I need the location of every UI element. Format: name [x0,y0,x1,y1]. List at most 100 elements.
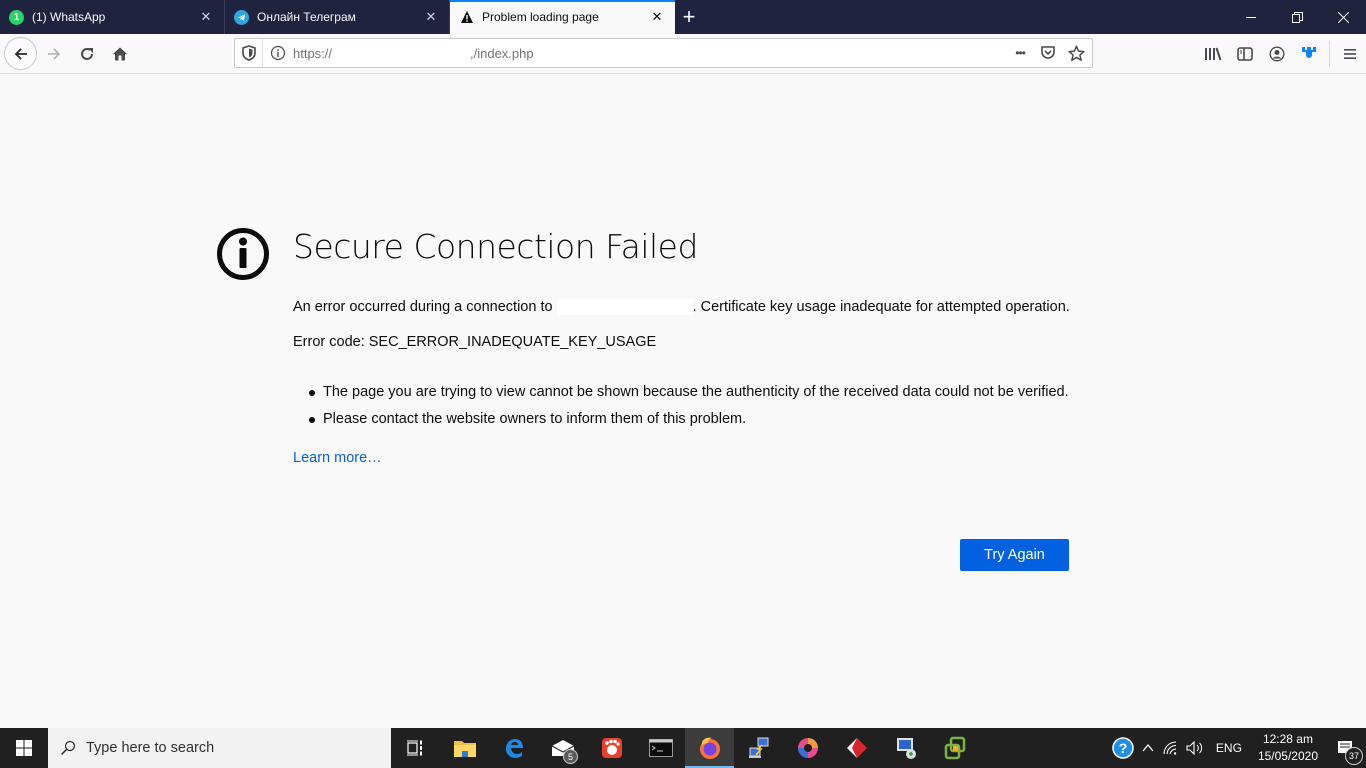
reload-button[interactable] [71,38,103,70]
tab-strip: 1 (1) WhatsApp ✕ Онлайн Телеграм ✕ Probl… [0,0,1366,34]
task-view-icon [406,740,422,756]
bookmark-star-icon[interactable] [1066,43,1086,63]
error-details-list: The page you are trying to view cannot b… [307,382,1073,429]
page-actions-button[interactable]: ••• [1010,43,1030,63]
taskbar-command-prompt[interactable] [636,728,685,768]
account-button[interactable] [1261,38,1293,70]
vmware-icon [944,736,965,760]
notification-count: 37 [1345,747,1363,765]
reload-icon [81,47,93,60]
taskbar-firefox[interactable] [685,728,734,768]
url-path: ,/index.php [470,45,534,61]
learn-more-link[interactable]: Learn more… [293,448,382,468]
taskbar-app-swirl[interactable] [783,728,832,768]
taskbar-vmware[interactable] [930,728,979,768]
taskbar-edge[interactable] [489,728,538,768]
back-button[interactable] [4,37,37,70]
edge-icon [505,739,523,758]
error-message-text: An error occurred during a connection to [293,299,557,315]
start-button[interactable] [0,728,48,768]
site-info-icon[interactable] [263,45,293,61]
tab-title: Онлайн Телеграм [257,10,356,24]
tab-problem-loading[interactable]: Problem loading page ✕ [450,0,675,34]
action-center-button[interactable]: 37 [1326,728,1366,768]
taskbar-file-explorer[interactable] [440,728,489,768]
menu-button[interactable] [1334,38,1366,70]
clock[interactable]: 12:28 am 15/05/2020 [1250,731,1326,765]
windows-taskbar: Type here to search 5 ? ENG 12:28 am 15/… [0,728,1366,768]
error-code: Error code: SEC_ERROR_INADEQUATE_KEY_USA… [293,334,657,350]
taskbar-search-box[interactable]: Type here to search [48,728,391,768]
telegram-icon [234,9,249,25]
close-icon [1337,11,1349,23]
close-tab-icon[interactable]: ✕ [649,9,665,25]
extension-icon [1302,47,1316,58]
tab-telegram[interactable]: Онлайн Телеграм ✕ [225,0,450,34]
search-icon [60,740,76,756]
volume-icon [1186,741,1203,755]
try-again-button[interactable]: Try Again [960,539,1069,571]
page-title: Secure Connection Failed [293,227,698,266]
library-icon [1205,47,1222,61]
address-bar[interactable]: https:// ,/index.php ••• [234,38,1093,68]
list-item: The page you are trying to view cannot b… [307,382,1073,402]
clock-time: 12:28 am [1262,732,1313,746]
restore-icon [1291,11,1303,23]
remote-desktop-icon [896,738,916,759]
help-icon: ? [1112,737,1134,759]
hamburger-menu-icon [1344,49,1356,59]
minimize-button[interactable] [1228,0,1274,34]
firefox-icon [699,737,720,759]
error-description: An error occurred during a connection to… [293,297,1073,468]
sidebar-icon [1237,47,1253,61]
search-placeholder: Type here to search [86,740,215,756]
pocket-icon[interactable] [1038,43,1058,63]
taskbar-mail[interactable]: 5 [538,728,587,768]
toolbar-separator [1329,41,1330,67]
svg-text:?: ? [1119,740,1128,756]
wifi-icon [1163,741,1177,755]
extension-button[interactable] [1293,38,1325,70]
chevron-up-icon [1142,743,1154,752]
error-message-text: . Certificate key usage inadequate for a… [692,299,1070,315]
taskbar-app-diamond[interactable] [832,728,881,768]
warning-icon [459,10,474,25]
clock-date: 15/05/2020 [1257,749,1318,763]
input-language[interactable]: ENG [1208,728,1250,768]
terminal-icon [648,739,673,757]
taskbar-remote-desktop[interactable] [881,728,930,768]
close-tab-icon[interactable]: ✕ [198,9,214,25]
red-app-icon [601,738,622,758]
list-item: Please contact the website owners to inf… [307,409,1073,429]
url-scheme: https:// [293,45,333,61]
home-icon [113,47,127,60]
navigation-toolbar: https:// ,/index.php ••• [0,34,1366,74]
diamond-app-icon [846,738,867,758]
back-arrow-icon [14,47,27,60]
wifi-tray-button[interactable] [1158,728,1182,768]
error-message: An error occurred during a connection to… [293,297,1073,317]
error-page: Secure Connection Failed An error occurr… [0,75,1366,728]
redacted-hostname [556,299,693,316]
help-tray-button[interactable]: ? [1108,728,1138,768]
taskbar-network-connect[interactable] [734,728,783,768]
show-hidden-icons-button[interactable] [1138,728,1158,768]
tab-title: Problem loading page [482,10,599,24]
info-icon [217,228,269,280]
task-view-button[interactable] [391,728,440,768]
forward-button[interactable] [38,38,70,70]
taskbar-app-red[interactable] [587,728,636,768]
tab-whatsapp[interactable]: 1 (1) WhatsApp ✕ [0,0,225,34]
sidebar-button[interactable] [1229,38,1261,70]
new-tab-button[interactable]: + [675,0,703,34]
tracking-protection-shield-icon[interactable] [235,39,263,67]
library-button[interactable] [1197,38,1229,70]
tab-title: (1) WhatsApp [32,10,106,24]
home-button[interactable] [104,38,136,70]
account-icon [1269,46,1285,62]
close-tab-icon[interactable]: ✕ [423,9,439,25]
windows-logo-icon [16,740,32,756]
restore-button[interactable] [1274,0,1320,34]
close-window-button[interactable] [1320,0,1366,34]
volume-tray-button[interactable] [1182,728,1208,768]
